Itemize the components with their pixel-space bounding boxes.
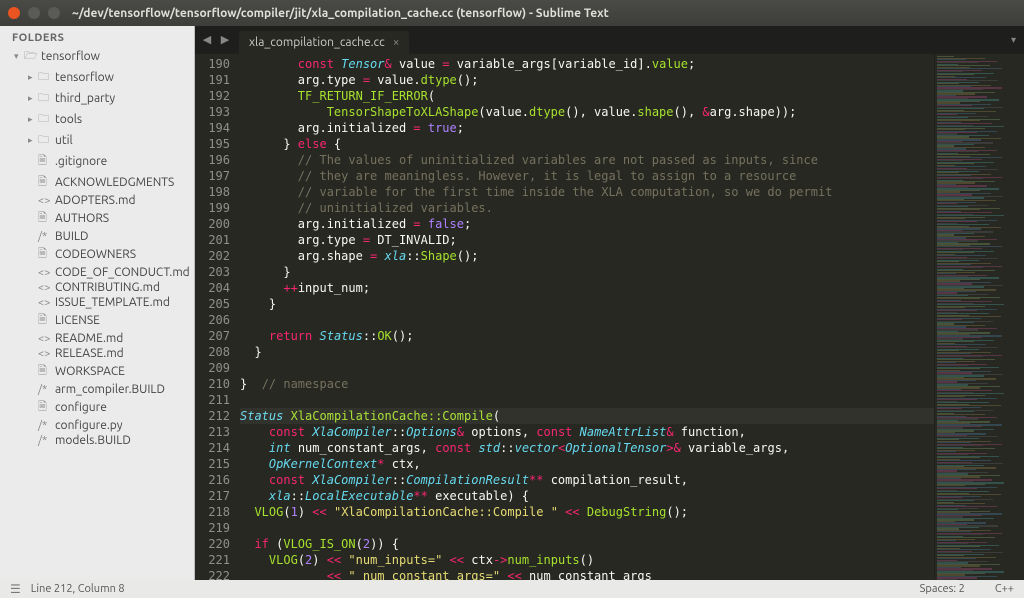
tree-item[interactable]: 🗎WORKSPACE [0,361,194,382]
chevron-right-icon: ▸ [28,135,38,146]
file-icon: <> [38,195,52,207]
tree-item[interactable]: ▸🗀third_party [0,88,194,109]
tree-item[interactable]: <>CODE_OF_CONDUCT.md [0,265,194,280]
tree-item-label: CODE_OF_CONDUCT.md [55,266,190,279]
window-title: ~/dev/tensorflow/tensorflow/compiler/jit… [72,7,609,20]
file-icon: <> [38,297,52,309]
close-icon[interactable] [8,7,20,19]
tree-item-label: CODEOWNERS [55,248,136,261]
tree-item[interactable]: ▸🗀util [0,130,194,151]
maximize-icon[interactable] [48,7,60,19]
editor-area: ◀ ▶ xla_compilation_cache.cc × ▾ 1901911… [195,26,1024,580]
tree-item[interactable]: /*arm_compiler.BUILD [0,382,194,397]
tree-item-label: BUILD [55,230,88,243]
tree-item[interactable]: 🗎ACKNOWLEDGMENTS [0,172,194,193]
folder-open-icon: 🗁 [24,47,38,66]
tree-item[interactable]: ▸🗀tensorflow [0,67,194,88]
minimize-icon[interactable] [28,7,40,19]
file-icon: 🗎 [38,173,52,192]
tree-item-label: models.BUILD [55,434,131,447]
tree-root[interactable]: ▾ 🗁 tensorflow [0,46,194,67]
code-editor[interactable]: 1901911921931941951961971981992002012022… [195,54,1024,580]
file-icon: /* [38,231,52,243]
file-icon: <> [38,333,52,345]
tab-active[interactable]: xla_compilation_cache.cc × [239,31,409,54]
window-titlebar: ~/dev/tensorflow/tensorflow/compiler/jit… [0,0,1024,26]
chevron-right-icon: ▸ [28,72,38,83]
tree-item-label: RELEASE.md [55,347,124,360]
file-icon: <> [38,267,52,279]
tree-item[interactable]: 🗎LICENSE [0,310,194,331]
nav-back-icon[interactable]: ◀ [199,32,215,48]
chevron-down-icon[interactable]: ▾ [1011,34,1016,46]
folder-tree: ▾ 🗁 tensorflow ▸🗀tensorflow▸🗀third_party… [0,46,194,456]
file-icon: <> [38,348,52,360]
tree-item-label: tools [55,113,82,126]
tree-item-label: third_party [55,92,115,105]
file-icon: /* [38,435,52,447]
sidebar-header: FOLDERS [0,26,194,46]
tree-item[interactable]: <>RELEASE.md [0,346,194,361]
chevron-right-icon: ▸ [28,93,38,104]
tree-item[interactable]: /*configure.py [0,418,194,433]
tree-item-label: WORKSPACE [55,365,125,378]
chevron-down-icon: ▾ [14,51,24,62]
tab-label: xla_compilation_cache.cc [249,36,385,49]
nav-forward-icon[interactable]: ▶ [217,32,233,48]
menu-icon[interactable]: ☰ [10,582,21,596]
status-bar: ☰ Line 212, Column 8 Spaces: 2 C++ [0,580,1024,598]
tree-item-label: configure [55,401,107,414]
cursor-position[interactable]: Line 212, Column 8 [31,583,125,595]
code-content[interactable]: const Tensor& value = variable_args[vari… [240,54,934,580]
indent-setting[interactable]: Spaces: 2 [920,583,965,595]
chevron-right-icon: ▸ [28,114,38,125]
file-icon: 🗎 [38,398,52,417]
tree-item-label: ACKNOWLEDGMENTS [55,176,174,189]
file-icon: 🗎 [38,152,52,171]
tree-item-label: arm_compiler.BUILD [55,383,165,396]
minimap[interactable] [934,54,1024,580]
tree-item[interactable]: <>ISSUE_TEMPLATE.md [0,295,194,310]
tree-item-label: LICENSE [55,314,100,327]
folder-icon: 🗀 [38,89,52,108]
folder-icon: 🗀 [38,68,52,87]
folder-icon: 🗀 [38,110,52,129]
tree-item[interactable]: <>ADOPTERS.md [0,193,194,208]
file-icon: /* [38,420,52,432]
tree-item[interactable]: 🗎.gitignore [0,151,194,172]
tree-item[interactable]: /*models.BUILD [0,433,194,448]
window-controls [8,7,60,19]
file-icon: <> [38,282,52,294]
folder-icon: 🗀 [38,131,52,150]
tree-item[interactable]: 🗎AUTHORS [0,208,194,229]
tree-item-label: tensorflow [55,71,114,84]
tree-item-label: ISSUE_TEMPLATE.md [55,296,170,309]
file-icon: 🗎 [38,311,52,330]
file-icon: 🗎 [38,362,52,381]
close-icon[interactable]: × [393,36,400,49]
file-icon: /* [38,384,52,396]
syntax-setting[interactable]: C++ [995,583,1014,595]
tree-item[interactable]: <>README.md [0,331,194,346]
tree-item-label: util [55,134,73,147]
tree-item[interactable]: 🗎CODEOWNERS [0,244,194,265]
tree-item-label: AUTHORS [55,212,109,225]
tree-item[interactable]: ▸🗀tools [0,109,194,130]
tree-item[interactable]: /*BUILD [0,229,194,244]
tree-item-label: ADOPTERS.md [55,194,135,207]
file-icon: 🗎 [38,245,52,264]
tree-item-label: .gitignore [55,155,107,168]
tree-root-label: tensorflow [41,50,100,63]
tree-item[interactable]: 🗎configure [0,397,194,418]
sidebar: FOLDERS ▾ 🗁 tensorflow ▸🗀tensorflow▸🗀thi… [0,26,195,580]
tree-item-label: CONTRIBUTING.md [55,281,160,294]
tree-item-label: README.md [55,332,123,345]
line-gutter: 1901911921931941951961971981992002012022… [195,54,240,580]
file-icon: 🗎 [38,209,52,228]
tab-bar: ◀ ▶ xla_compilation_cache.cc × ▾ [195,26,1024,54]
tree-item[interactable]: <>CONTRIBUTING.md [0,280,194,295]
tree-item-label: configure.py [55,419,123,432]
